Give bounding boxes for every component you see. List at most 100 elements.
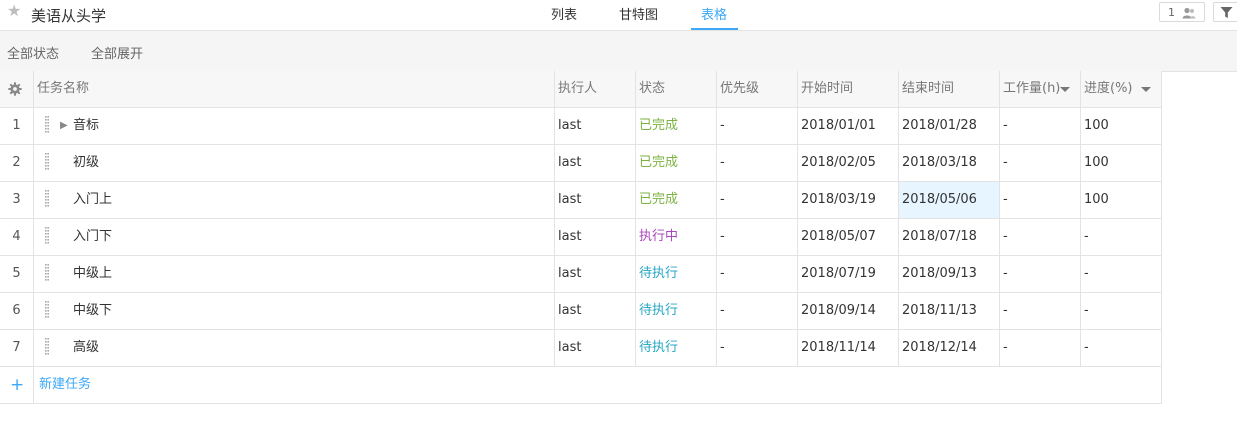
gear-icon[interactable]	[8, 82, 22, 96]
priority-cell[interactable]: -	[716, 219, 797, 255]
task-name[interactable]: 高级	[73, 330, 99, 366]
drag-handle-icon[interactable]	[45, 190, 49, 208]
new-task-row[interactable]: + 新建任务	[0, 367, 1161, 404]
drag-handle-icon[interactable]	[45, 153, 49, 171]
progress-cell[interactable]: -	[1080, 256, 1161, 292]
task-name[interactable]: 入门上	[73, 182, 112, 218]
start-date-cell[interactable]: 2018/09/14	[797, 293, 898, 329]
filter-button[interactable]	[1213, 2, 1237, 22]
executor-cell[interactable]: last	[554, 256, 635, 292]
task-name-cell[interactable]: 初级	[33, 145, 554, 181]
column-header-workload[interactable]: 工作量(h)	[999, 71, 1080, 107]
executor-cell[interactable]: last	[554, 145, 635, 181]
priority-cell[interactable]: -	[716, 145, 797, 181]
workload-cell[interactable]: -	[999, 330, 1080, 366]
executor-cell[interactable]: last	[554, 293, 635, 329]
end-date-cell[interactable]: 2018/12/14	[898, 330, 999, 366]
column-header-progress[interactable]: 进度(%)	[1080, 71, 1161, 107]
start-date-cell[interactable]: 2018/01/01	[797, 108, 898, 144]
expand-caret-icon[interactable]: ▶	[60, 108, 68, 144]
status-cell[interactable]: 待执行	[635, 293, 716, 329]
start-date-cell[interactable]: 2018/05/07	[797, 219, 898, 255]
priority-cell[interactable]: -	[716, 293, 797, 329]
status-cell[interactable]: 已完成	[635, 108, 716, 144]
member-button[interactable]: 1	[1159, 2, 1205, 22]
table-row[interactable]: 7 高级 last 待执行 -2018/11/14 2018/12/14- -	[0, 330, 1161, 367]
column-header-name[interactable]: 任务名称	[33, 71, 554, 107]
table-row[interactable]: 6 中级下 last 待执行 -2018/09/14 2018/11/13- -	[0, 293, 1161, 330]
end-date-cell[interactable]: 2018/09/13	[898, 256, 999, 292]
tab-list[interactable]: 列表	[551, 4, 577, 23]
priority-cell[interactable]: -	[716, 108, 797, 144]
end-date-cell[interactable]: 2018/07/18	[898, 219, 999, 255]
status-cell[interactable]: 待执行	[635, 330, 716, 366]
workload-cell[interactable]: -	[999, 293, 1080, 329]
status-cell[interactable]: 执行中	[635, 219, 716, 255]
workload-cell[interactable]: -	[999, 256, 1080, 292]
workload-cell[interactable]: -	[999, 108, 1080, 144]
executor-cell[interactable]: last	[554, 330, 635, 366]
column-header-status[interactable]: 状态	[635, 71, 716, 107]
workload-cell[interactable]: -	[999, 145, 1080, 181]
progress-cell[interactable]: -	[1080, 330, 1161, 366]
column-header-end[interactable]: 结束时间	[898, 71, 999, 107]
progress-cell[interactable]: -	[1080, 219, 1161, 255]
priority-cell[interactable]: -	[716, 330, 797, 366]
column-header-priority[interactable]: 优先级	[716, 71, 797, 107]
tab-table[interactable]: 表格	[701, 4, 727, 23]
end-date-cell[interactable]: 2018/05/06	[898, 182, 999, 218]
task-name-cell[interactable]: 入门上	[33, 182, 554, 218]
task-name-cell[interactable]: 中级上	[33, 256, 554, 292]
column-header-executor[interactable]: 执行人	[554, 71, 635, 107]
status-cell[interactable]: 待执行	[635, 256, 716, 292]
drag-handle-icon[interactable]	[45, 116, 49, 134]
executor-cell[interactable]: last	[554, 108, 635, 144]
drag-handle-icon[interactable]	[45, 264, 49, 282]
end-date-cell[interactable]: 2018/11/13	[898, 293, 999, 329]
start-date-cell[interactable]: 2018/11/14	[797, 330, 898, 366]
executor-cell[interactable]: last	[554, 219, 635, 255]
plus-icon[interactable]: +	[10, 367, 24, 403]
new-task-button[interactable]: 新建任务	[39, 367, 91, 403]
workload-cell[interactable]: -	[999, 182, 1080, 218]
task-name[interactable]: 中级下	[73, 293, 112, 329]
task-name-cell[interactable]: 入门下	[33, 219, 554, 255]
table-row[interactable]: 3 入门上 last 已完成 -2018/03/19 2018/05/06-100	[0, 182, 1161, 219]
table-row[interactable]: 4 入门下 last 执行中 -2018/05/07 2018/07/18- -	[0, 219, 1161, 256]
task-name-cell[interactable]: ▶ 音标	[33, 108, 554, 144]
expand-all-button[interactable]: 全部展开	[91, 43, 143, 62]
star-icon[interactable]: ★	[7, 3, 23, 19]
drag-handle-icon[interactable]	[45, 227, 49, 245]
column-header-start[interactable]: 开始时间	[797, 71, 898, 107]
priority-cell[interactable]: -	[716, 256, 797, 292]
task-name[interactable]: 初级	[73, 145, 99, 181]
start-date-cell[interactable]: 2018/07/19	[797, 256, 898, 292]
task-name[interactable]: 音标	[73, 108, 99, 144]
task-name[interactable]: 入门下	[73, 219, 112, 255]
table-row[interactable]: 1 ▶ 音标 last 已完成 -2018/01/01 2018/01/28-100	[0, 108, 1161, 145]
settings-cell[interactable]	[0, 71, 33, 107]
status-cell[interactable]: 已完成	[635, 145, 716, 181]
progress-cell[interactable]: 100	[1080, 182, 1161, 218]
tab-gantt[interactable]: 甘特图	[619, 4, 658, 23]
start-date-cell[interactable]: 2018/03/19	[797, 182, 898, 218]
progress-cell[interactable]: 100	[1080, 108, 1161, 144]
end-date-cell[interactable]: 2018/03/18	[898, 145, 999, 181]
progress-cell[interactable]: -	[1080, 293, 1161, 329]
table-row[interactable]: 5 中级上 last 待执行 -2018/07/19 2018/09/13- -	[0, 256, 1161, 293]
end-date-cell[interactable]: 2018/01/28	[898, 108, 999, 144]
priority-cell[interactable]: -	[716, 182, 797, 218]
dropdown-arrow-icon[interactable]	[1060, 87, 1070, 92]
executor-cell[interactable]: last	[554, 182, 635, 218]
table-row[interactable]: 2 初级 last 已完成 -2018/02/05 2018/03/18-100	[0, 145, 1161, 182]
task-name-cell[interactable]: 中级下	[33, 293, 554, 329]
progress-cell[interactable]: 100	[1080, 145, 1161, 181]
drag-handle-icon[interactable]	[45, 301, 49, 319]
workload-cell[interactable]: -	[999, 219, 1080, 255]
dropdown-arrow-icon[interactable]	[1141, 87, 1151, 92]
task-name-cell[interactable]: 高级	[33, 330, 554, 366]
status-cell[interactable]: 已完成	[635, 182, 716, 218]
task-name[interactable]: 中级上	[73, 256, 112, 292]
status-filter-button[interactable]: 全部状态	[7, 43, 59, 62]
drag-handle-icon[interactable]	[45, 338, 49, 356]
